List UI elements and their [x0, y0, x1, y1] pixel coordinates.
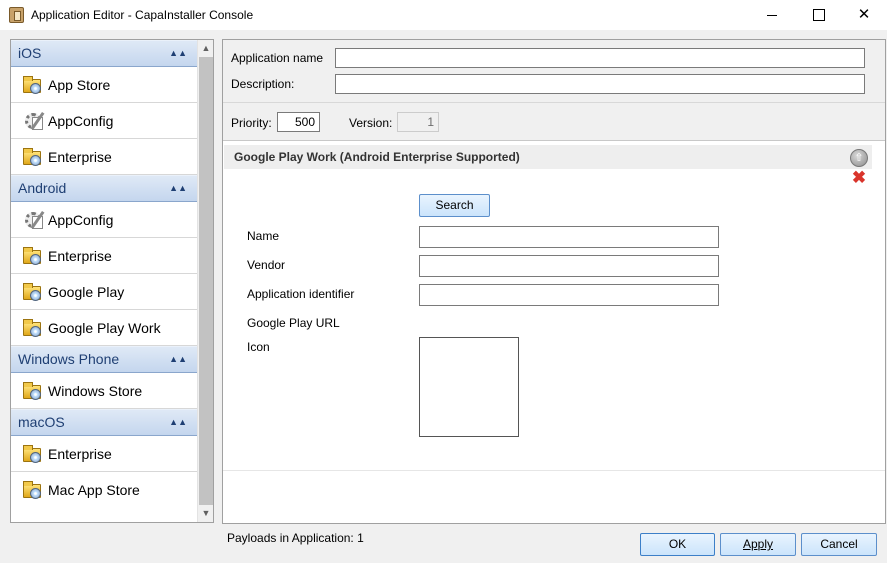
nav-item-macos-enterprise[interactable]: Enterprise: [11, 436, 197, 472]
nav-item-ios-appconfig[interactable]: AppConfig: [11, 103, 197, 139]
nav-item-android-google-play[interactable]: Google Play: [11, 274, 197, 310]
nav-item-label: Mac App Store: [48, 482, 140, 498]
nav-item-label: Google Play Work: [48, 320, 161, 336]
nav-item-label: AppConfig: [48, 113, 114, 129]
nav-item-label: Windows Store: [48, 383, 143, 399]
platform-nav: iOS ▲▲ App Store AppConfig Enterprise An…: [10, 39, 214, 523]
description-input[interactable]: [335, 74, 865, 94]
application-editor-window: Application Editor - CapaInstaller Conso…: [0, 0, 887, 563]
description-label: Description:: [231, 77, 295, 91]
nav-item-ios-enterprise[interactable]: Enterprise: [11, 139, 197, 175]
nav-item-ios-app-store[interactable]: App Store: [11, 67, 197, 103]
group-header-android[interactable]: Android ▲▲: [11, 175, 197, 202]
ok-button[interactable]: OK: [640, 533, 715, 556]
nav-item-windows-store[interactable]: Windows Store: [11, 373, 197, 409]
icon-label: Icon: [247, 340, 270, 354]
vendor-input[interactable]: [419, 255, 719, 277]
nav-item-mac-app-store[interactable]: Mac App Store: [11, 472, 197, 508]
scroll-thumb[interactable]: [199, 57, 213, 505]
window-title: Application Editor - CapaInstaller Conso…: [31, 8, 254, 22]
folder-disc-icon: [23, 76, 43, 94]
application-details-panel: Application name Description: Priority: …: [222, 39, 886, 524]
folder-disc-icon: [23, 382, 43, 400]
folder-disc-icon: [23, 148, 43, 166]
name-input[interactable]: [419, 226, 719, 248]
chevron-up-icon[interactable]: ▲▲: [169, 410, 187, 435]
nav-item-label: Enterprise: [48, 446, 112, 462]
title-bar: Application Editor - CapaInstaller Conso…: [0, 0, 887, 30]
minimize-button[interactable]: [749, 0, 795, 30]
app-name-input[interactable]: [335, 48, 865, 68]
cancel-button[interactable]: Cancel: [801, 533, 877, 556]
version-input: 1: [397, 112, 439, 132]
group-label: iOS: [18, 45, 42, 61]
nav-scrollbar[interactable]: ▲ ▼: [197, 40, 213, 522]
move-up-icon[interactable]: ⇧: [850, 149, 868, 167]
nav-item-label: Google Play: [48, 284, 125, 300]
folder-disc-icon: [23, 319, 43, 337]
name-label: Name: [247, 229, 280, 243]
platform-list: iOS ▲▲ App Store AppConfig Enterprise An…: [11, 40, 197, 508]
apply-button[interactable]: Apply: [720, 533, 796, 556]
vendor-label: Vendor: [247, 258, 286, 272]
application-header-fields: Application name Description:: [223, 40, 885, 102]
group-header-macos[interactable]: macOS ▲▲: [11, 409, 197, 436]
google-play-url-label: Google Play URL: [247, 316, 340, 330]
folder-disc-icon: [23, 283, 43, 301]
chevron-up-icon[interactable]: ▲▲: [169, 176, 187, 201]
nav-item-label: AppConfig: [48, 212, 114, 228]
group-label: macOS: [18, 414, 65, 430]
group-header-ios[interactable]: iOS ▲▲: [11, 40, 197, 67]
version-label: Version:: [349, 116, 393, 130]
priority-label: Priority:: [231, 116, 272, 130]
nav-item-android-appconfig[interactable]: AppConfig: [11, 202, 197, 238]
gear-icon: [23, 111, 45, 131]
nav-item-android-enterprise[interactable]: Enterprise: [11, 238, 197, 274]
nav-item-label: App Store: [48, 77, 111, 93]
group-label: Windows Phone: [18, 351, 120, 367]
group-header-windows-phone[interactable]: Windows Phone ▲▲: [11, 346, 197, 373]
divider: [223, 470, 885, 471]
chevron-up-icon[interactable]: ▲▲: [169, 41, 187, 66]
priority-version-row: Priority: 500 Version: 1: [223, 102, 885, 141]
nav-item-label: Enterprise: [48, 149, 112, 165]
folder-disc-icon: [23, 481, 43, 499]
nav-item-android-google-play-work[interactable]: Google Play Work: [11, 310, 197, 346]
capainstaller-icon: [9, 7, 24, 23]
folder-disc-icon: [23, 247, 43, 265]
remove-payload-icon[interactable]: ✖: [851, 169, 867, 186]
app-icon-box[interactable]: [419, 337, 519, 437]
scroll-up-arrow-icon[interactable]: ▲: [198, 40, 213, 57]
close-button[interactable]: ✕: [841, 0, 887, 30]
payload-count-status: Payloads in Application: 1: [227, 531, 364, 545]
app-name-label: Application name: [231, 51, 324, 65]
app-identifier-input[interactable]: [419, 284, 719, 306]
chevron-up-icon[interactable]: ▲▲: [169, 347, 187, 372]
maximize-button[interactable]: [795, 0, 841, 30]
scroll-down-arrow-icon[interactable]: ▼: [198, 505, 213, 522]
app-identifier-label: Application identifier: [247, 287, 355, 301]
apply-button-label: Apply: [742, 537, 774, 551]
nav-item-label: Enterprise: [48, 248, 112, 264]
priority-input[interactable]: 500: [277, 112, 320, 132]
payload-header: Google Play Work (Android Enterprise Sup…: [224, 145, 872, 169]
search-button[interactable]: Search: [419, 194, 490, 217]
folder-disc-icon: [23, 445, 43, 463]
gear-icon: [23, 210, 45, 230]
group-label: Android: [18, 180, 67, 196]
